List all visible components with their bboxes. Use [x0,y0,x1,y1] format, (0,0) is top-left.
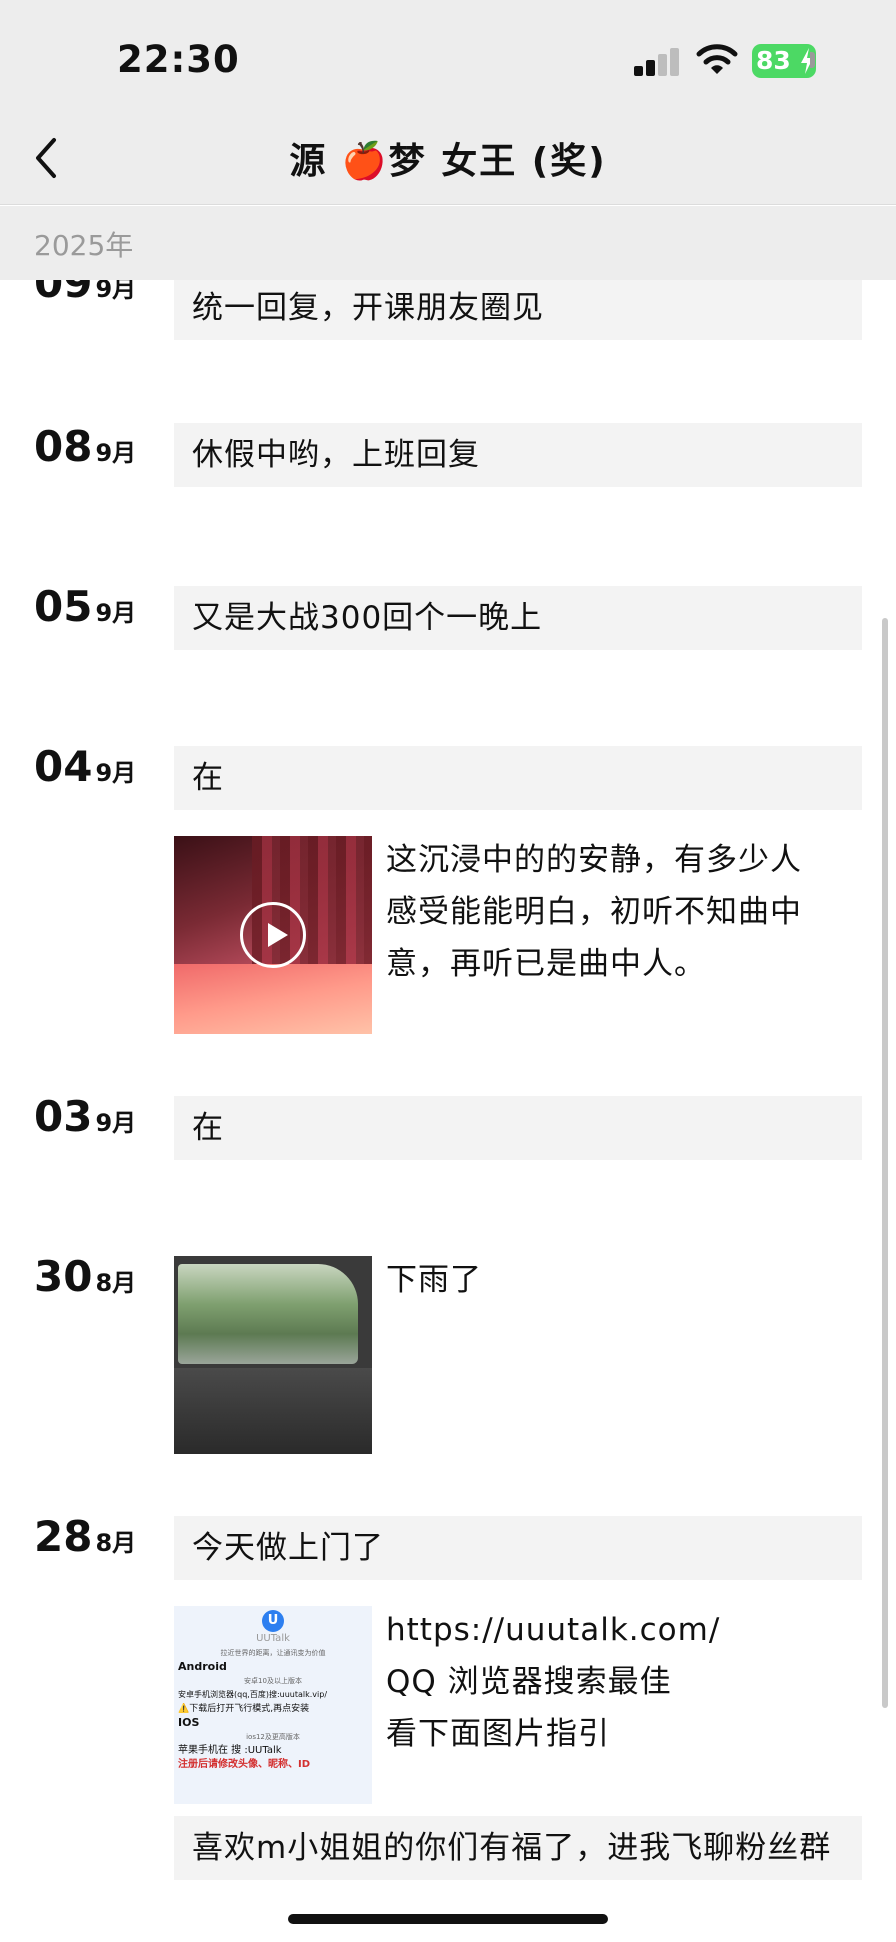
entry-date: 04 9月 [34,746,136,806]
battery-level: 83 [756,46,791,75]
video-thumbnail[interactable] [174,836,372,1034]
signal-icon [634,48,682,76]
scrollbar[interactable] [882,618,888,1708]
play-icon[interactable] [240,902,306,968]
warn-tip: ⚠️下载后打开飞行模式,再点安装 [178,1704,310,1714]
entry-day: 28 [34,1512,93,1561]
media-caption[interactable]: 下雨了 [386,1254,826,1306]
year-header: 2025年 [0,206,896,280]
entry-date: 30 8月 [34,1256,136,1316]
entry-date: 08 9月 [34,426,136,486]
entry-month: 8月 [95,1529,137,1557]
post-text[interactable]: 又是大战300回个一晚上 [174,586,862,650]
caption-line: QQ 浏览器搜索最佳 [386,1664,672,1700]
post-text[interactable]: 喜欢m小姐姐的你们有福了，进我飞聊粉丝群 [174,1816,862,1880]
page-title: 源 🍎梦 女王 (奖) [289,141,607,182]
media-caption[interactable]: https://uuutalk.com/ QQ 浏览器搜索最佳 看下面图片指引 [386,1604,826,1760]
media-caption[interactable]: 这沉浸中的的安静，有多少人感受能能明白，初听不知曲中意，再听已是曲中人。 [386,834,826,990]
image-thumbnail[interactable]: U UUTalk 拉近世界的距离，让通讯变为价值 Android 安卓10及以上… [174,1606,372,1804]
entry-day: 03 [34,1092,93,1141]
entry-date: 03 9月 [34,1096,136,1156]
entry-day: 08 [34,422,93,471]
post-text[interactable]: 在 [174,1096,862,1160]
app-logo: U [262,1610,284,1632]
car-window-photo [174,1256,372,1454]
home-indicator[interactable] [288,1914,608,1924]
app-slogan: 拉近世界的距离，让通讯变为价值 [220,1649,326,1657]
android-version: 安卓10及以上版本 [244,1677,302,1685]
year-label: 2025年 [34,229,134,262]
door-shape [174,1368,372,1454]
post-text[interactable]: 休假中哟，上班回复 [174,423,862,487]
caption-line: 看下面图片指引 [386,1716,610,1752]
entry-day: 30 [34,1252,93,1301]
android-tip: 安卓手机浏览器(qq,百度)搜:uuutalk.vip/ [178,1690,328,1699]
entry-date: 28 8月 [34,1516,136,1576]
post-text[interactable]: 在 [174,746,862,810]
app-guide-image: U UUTalk 拉近世界的距离，让通讯变为价值 Android 安卓10及以上… [174,1606,372,1804]
ios-tip: 苹果手机在 搜 :UUTalk [178,1745,282,1756]
entry-month: 8月 [95,1269,137,1297]
bed-shape [174,964,372,1034]
entry-month: 9月 [95,1109,137,1137]
entry-month: 9月 [95,759,137,787]
video-frame [174,836,372,1034]
entry-month: 9月 [95,439,137,467]
entry-date: 05 9月 [34,586,136,646]
entry-day: 04 [34,742,93,791]
top-bar: 22:30 83 源 🍎梦 女王 (奖) [0,0,896,205]
entry-month: 9月 [95,599,137,627]
ios-version: ios12及更高版本 [246,1733,300,1741]
wifi-icon [696,44,738,74]
battery-tip [810,52,815,68]
android-heading: Android [178,1660,227,1673]
ios-heading: IOS [178,1716,200,1729]
battery-icon: 83 [752,44,816,78]
window-shape [178,1264,358,1364]
caption-line-link[interactable]: https://uuutalk.com/ [386,1604,826,1656]
bottom-tip: 注册后请修改头像、昵称、ID [178,1759,311,1770]
entry-day: 05 [34,582,93,631]
photo-thumbnail[interactable] [174,1256,372,1454]
status-time: 22:30 [117,38,240,81]
post-text[interactable]: 今天做上门了 [174,1516,862,1580]
post-text[interactable]: 统一回复，开课朋友圈见 [174,276,862,340]
app-name: UUTalk [256,1633,290,1644]
